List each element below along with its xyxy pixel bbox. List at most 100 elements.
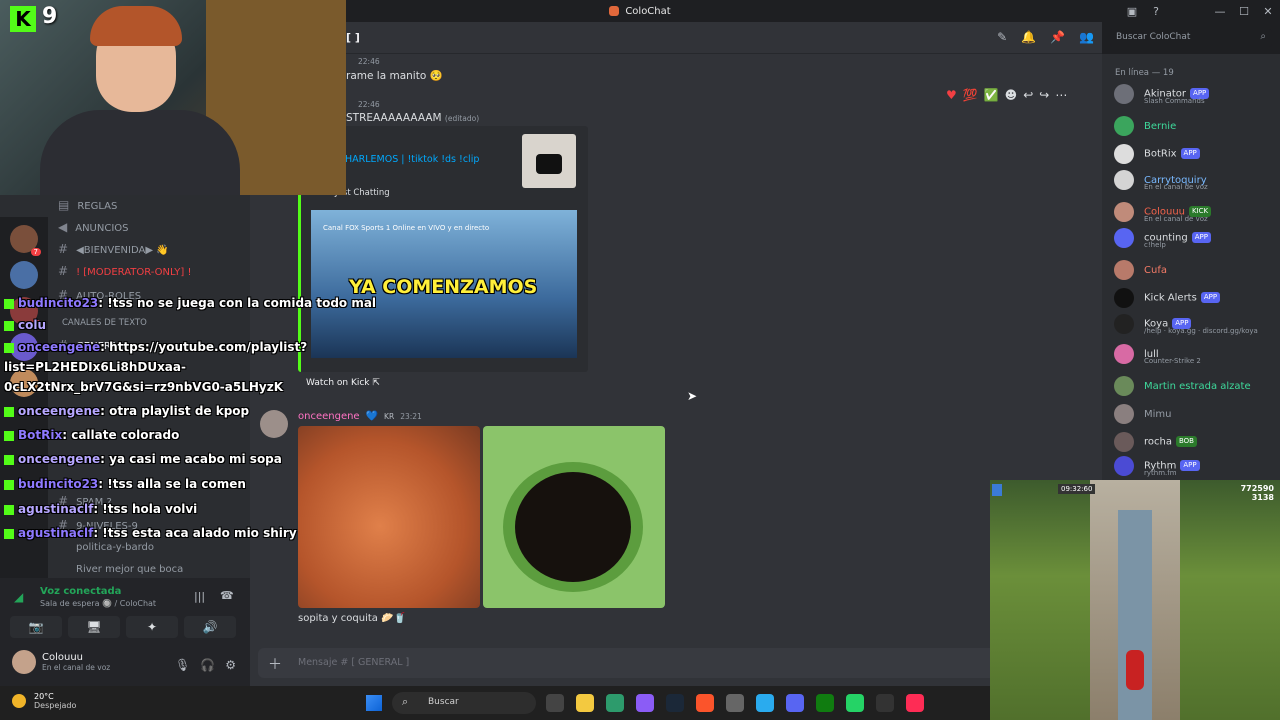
folder-icon[interactable] [576, 694, 594, 712]
user-panel[interactable]: Colouuu En el canal de voz [12, 650, 110, 674]
whatsapp-icon[interactable] [846, 694, 864, 712]
check-icon[interactable]: ✅ [984, 88, 999, 102]
member-status: rythm.fm [1144, 469, 1177, 477]
activities-button[interactable]: ✦ [126, 616, 178, 638]
camera-button[interactable]: 📷 [10, 616, 62, 638]
member-status: /help · koya.gg · discord.gg/koya [1144, 327, 1258, 335]
search-input[interactable]: Buscar ColoChat ⌕ [1110, 29, 1272, 47]
chat-message: 0cLX2tNrx_brV7G&si=rz9nbVG0-a5LHyzK [4, 380, 284, 394]
chat-message: : !tss hola volvi [93, 502, 198, 516]
kick-badge-icon [4, 504, 14, 515]
soup-image[interactable] [298, 426, 480, 608]
channel-river[interactable]: River mejor que boca [76, 564, 183, 575]
member-item[interactable]: counting APP c!help [1114, 228, 1211, 249]
more-icon[interactable]: ⋯ [1055, 88, 1067, 102]
member-item[interactable]: Martin estrada alzate [1114, 376, 1251, 396]
brave-icon[interactable] [696, 694, 714, 712]
member-item[interactable]: Mimu [1114, 404, 1172, 424]
member-item[interactable]: Rythm APP rythm.fm [1114, 456, 1200, 477]
avatar [1114, 116, 1134, 136]
telegram-icon[interactable] [756, 694, 774, 712]
game-score: 772590 3138 [1240, 484, 1274, 502]
member-item[interactable]: rocha BOB [1114, 432, 1197, 452]
member-item[interactable]: Carrytoquiry En el canal de voz [1114, 170, 1208, 191]
member-item[interactable]: Kick Alerts APP [1114, 288, 1221, 308]
bell-icon[interactable]: 🔔 [1021, 30, 1036, 44]
emoji-icon[interactable]: ☻ [1005, 88, 1018, 102]
app-icon[interactable] [876, 694, 894, 712]
cola-image[interactable] [483, 426, 665, 608]
voice-location[interactable]: Sala de espera 🔘 / ColoChat [40, 599, 156, 608]
watch-on-kick-button[interactable]: Watch on Kick ⇱ [306, 378, 380, 388]
viewer-count: 9 [42, 4, 58, 29]
minimize-button[interactable]: — [1208, 5, 1232, 18]
tiktok-icon[interactable] [906, 694, 924, 712]
app-icon[interactable] [636, 694, 654, 712]
xbox-icon[interactable] [816, 694, 834, 712]
headphones-icon[interactable]: 🎧 [200, 658, 215, 672]
avatar [1114, 144, 1134, 164]
avatar [1114, 432, 1134, 452]
forward-icon[interactable]: ↪ [1039, 88, 1049, 102]
video-overlay-text: YA COMENZAMOS [349, 276, 538, 298]
server-icon[interactable]: 7 [10, 225, 41, 256]
app-icon[interactable] [606, 694, 624, 712]
members-icon[interactable]: 👥 [1079, 30, 1094, 44]
server-icon[interactable] [10, 261, 38, 289]
maximize-button[interactable]: ☐ [1232, 5, 1256, 18]
member-item[interactable]: Colouuu KICK En el canal de voz [1114, 202, 1212, 223]
chat-username: BotRix [18, 428, 63, 442]
weather-widget[interactable]: 20°C Despejado [12, 692, 76, 710]
task-view-icon[interactable] [546, 694, 564, 712]
hundred-icon[interactable]: 💯 [963, 88, 978, 102]
avatar [12, 650, 36, 674]
channel-bienvenida[interactable]: # ◀BIENVENIDA▶ 👋 [58, 242, 169, 256]
chat-username: budincito23 [18, 296, 99, 310]
member-name: Martin estrada alzate [1144, 380, 1251, 392]
member-status: c!help [1144, 241, 1166, 249]
member-item[interactable]: BotRix APP [1114, 144, 1200, 164]
close-button[interactable]: ✕ [1256, 5, 1280, 18]
member-item[interactable]: Koya APP/help · koya.gg · discord.gg/koya [1114, 314, 1258, 335]
avatar[interactable] [260, 410, 288, 438]
windows-start-icon[interactable] [366, 695, 382, 711]
message-header: onceengene 💙 KR 23:21 [298, 411, 422, 422]
screen-share-button[interactable]: 🖥 [68, 616, 120, 638]
chat-header: [ ] ✎ 🔔 📌 👥 [250, 22, 1102, 54]
member-item[interactable]: Akinator APP Slash Commands [1114, 84, 1210, 105]
settings-icon[interactable]: ⚙ [225, 658, 236, 672]
message-input[interactable]: ＋ Mensaje # [ GENERAL ] 🎁 [258, 648, 1094, 678]
avatar [1114, 84, 1134, 104]
pin-icon[interactable]: 📌 [1050, 30, 1065, 44]
steam-icon[interactable] [666, 694, 684, 712]
category-canales-de-texto[interactable]: CANALES DE TEXTO [62, 318, 147, 328]
channel-reglas[interactable]: ▤ REGLAS [58, 198, 117, 212]
member-item[interactable]: lull Counter-Strike 2 [1114, 344, 1201, 365]
member-item[interactable]: Cufa [1114, 260, 1167, 280]
channel-title: [ ] [346, 31, 360, 44]
disconnect-icon[interactable]: ☎ [220, 589, 234, 602]
channel-politica[interactable]: politica-y-bardo [76, 542, 154, 553]
plus-icon[interactable]: ＋ [268, 654, 282, 674]
embed-title[interactable]: HARLEMOS | !tiktok !ds !clip [345, 154, 479, 165]
stream-chat-line: colu [4, 318, 46, 332]
channel-anuncios[interactable]: ◀ ANUNCIOS [58, 220, 129, 234]
app-icon[interactable] [726, 694, 744, 712]
member-item[interactable]: Bernie [1114, 116, 1176, 136]
inbox-icon[interactable]: ▣ [1120, 5, 1144, 18]
chat-message: : callate colorado [62, 428, 180, 442]
window-title: ColoChat [625, 5, 671, 17]
discord-icon[interactable] [786, 694, 804, 712]
message-author[interactable]: onceengene [298, 411, 360, 422]
stream-chat-line: BotRix: callate colorado [4, 428, 179, 442]
reply-icon[interactable]: ↩ [1023, 88, 1033, 102]
embed-video[interactable]: Canal FOX Sports 1 Online en VIVO y en d… [311, 210, 577, 358]
help-icon[interactable]: ? [1144, 5, 1168, 18]
heart-icon[interactable]: ♥ [946, 88, 957, 102]
threads-icon[interactable]: ✎ [997, 30, 1007, 44]
soundboard-button[interactable]: 🔊 [184, 616, 236, 638]
noise-icon[interactable]: ||| [194, 590, 205, 603]
taskbar-search[interactable]: ⌕ Buscar [392, 692, 536, 714]
channel-moderator-only[interactable]: #! [MODERATOR-ONLY] ! [58, 264, 191, 278]
microphone-icon[interactable]: 🎙 [175, 658, 190, 672]
